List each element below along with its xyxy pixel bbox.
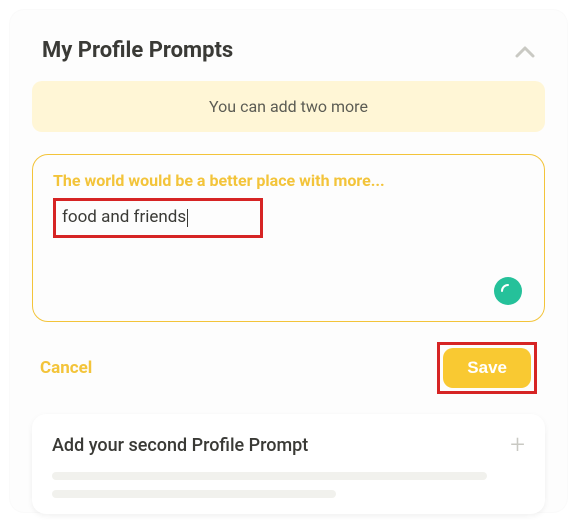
- profile-prompts-card: My Profile Prompts You can add two more …: [10, 10, 567, 512]
- prompt-answer-input[interactable]: food and friends: [62, 207, 186, 227]
- skeleton-line: [52, 472, 487, 480]
- add-prompt-header: Add your second Profile Prompt +: [52, 432, 525, 458]
- remaining-banner: You can add two more: [32, 81, 545, 132]
- status-indicator-icon: [494, 277, 522, 305]
- add-prompt-title: Add your second Profile Prompt: [52, 435, 308, 456]
- skeleton-line: [52, 490, 336, 498]
- collapse-icon[interactable]: [515, 39, 535, 63]
- prompt-question: The world would be a better place with m…: [53, 171, 524, 190]
- answer-highlight-box: food and friends: [53, 198, 263, 238]
- actions-row: Cancel Save: [32, 322, 545, 414]
- header-row: My Profile Prompts: [32, 32, 545, 81]
- cancel-button[interactable]: Cancel: [40, 358, 92, 378]
- save-button[interactable]: Save: [443, 348, 531, 388]
- prompt-edit-box: The world would be a better place with m…: [32, 154, 545, 322]
- add-prompt-card[interactable]: Add your second Profile Prompt +: [32, 414, 545, 514]
- page-title: My Profile Prompts: [42, 38, 233, 63]
- plus-icon[interactable]: +: [510, 432, 525, 458]
- save-highlight-box: Save: [437, 342, 537, 394]
- text-cursor: [187, 209, 188, 227]
